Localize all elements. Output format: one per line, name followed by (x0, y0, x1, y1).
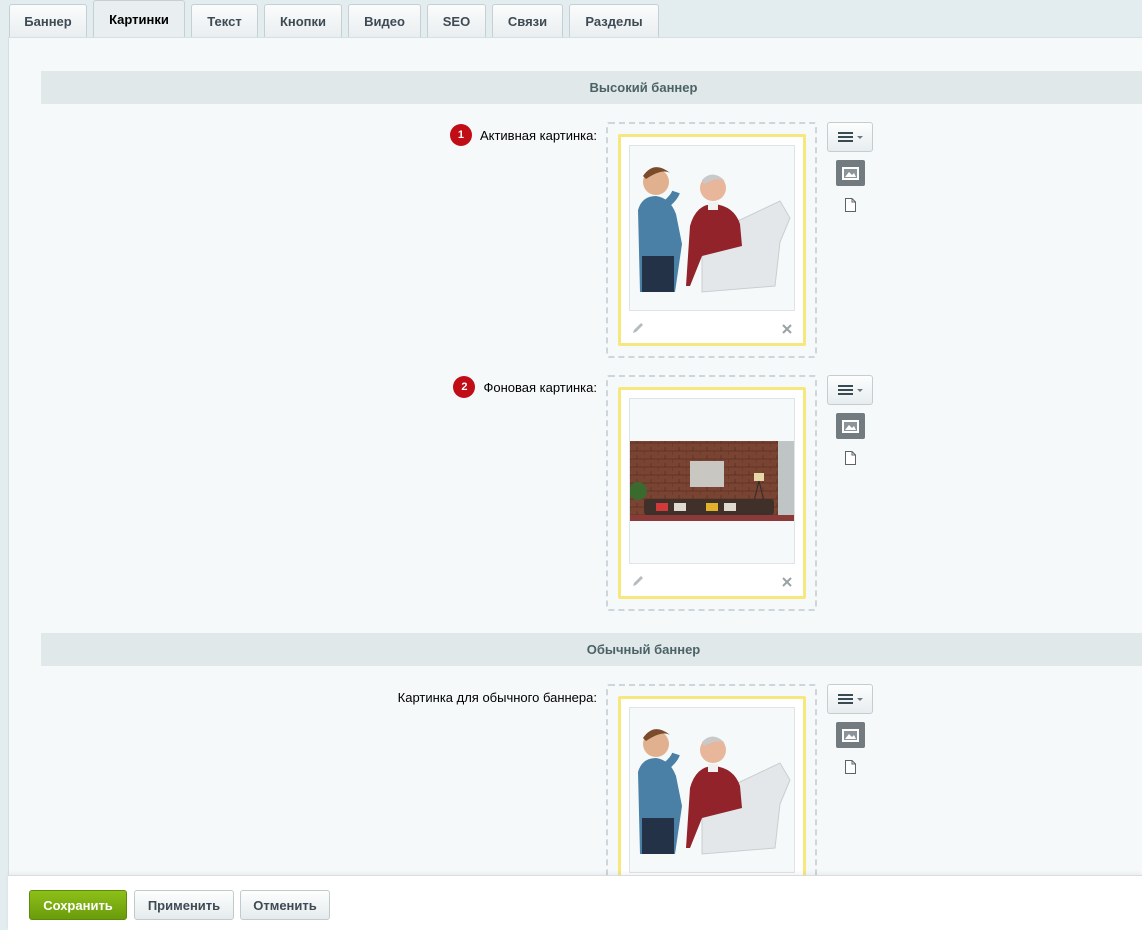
image-drop-zone[interactable] (606, 684, 817, 875)
cancel-button[interactable]: Отменить (240, 890, 330, 920)
tab-links[interactable]: Связи (492, 4, 563, 37)
tab-sections[interactable]: Разделы (569, 4, 659, 37)
image-select-button[interactable] (836, 722, 865, 748)
hint-badge[interactable]: 1 (449, 124, 472, 146)
field-label: 1 Активная картинка: (449, 124, 597, 146)
people-photo (629, 145, 795, 311)
file-icon[interactable] (845, 451, 856, 465)
field-label: Картинка для обычного баннера: (398, 690, 597, 705)
menu-button[interactable] (827, 375, 873, 405)
image-preview (618, 387, 806, 599)
apply-button[interactable]: Применить (134, 890, 234, 920)
people-photo-image (630, 146, 794, 310)
people-photo (629, 707, 795, 873)
interior-photo (629, 398, 795, 564)
pencil-icon[interactable] (631, 321, 645, 335)
field-regular-banner-image: Картинка для обычного баннера: (0, 684, 1142, 875)
image-icon (842, 728, 859, 742)
tab-video[interactable]: Видео (348, 4, 421, 37)
close-icon[interactable] (781, 323, 793, 335)
tab-bar: Баннер Картинки Текст Кнопки Видео SEO С… (0, 0, 1142, 38)
tab-buttons[interactable]: Кнопки (264, 4, 342, 37)
interior-photo-image (630, 399, 794, 563)
tab-seo[interactable]: SEO (427, 4, 486, 37)
image-drop-zone[interactable] (606, 122, 817, 358)
section-header-tall-banner: Высокий баннер (41, 71, 1142, 104)
footer-toolbar: Сохранить Применить Отменить (8, 875, 1142, 930)
file-icon[interactable] (845, 198, 856, 212)
hint-badge[interactable]: 2 (453, 376, 476, 398)
field-label-text: Картинка для обычного баннера: (397, 690, 597, 705)
save-button[interactable]: Сохранить (29, 890, 127, 920)
pencil-icon[interactable] (631, 574, 645, 588)
field-background-image: 2 Фоновая картинка: (0, 375, 1142, 611)
tab-text[interactable]: Текст (191, 4, 258, 37)
close-icon[interactable] (781, 576, 793, 588)
field-label: 2 Фоновая картинка: (453, 376, 597, 398)
image-icon (842, 166, 859, 180)
image-drop-zone[interactable] (606, 375, 817, 611)
image-icon (842, 419, 859, 433)
image-select-button[interactable] (836, 160, 865, 186)
menu-icon (838, 132, 863, 142)
field-active-image: 1 Активная картинка: (0, 122, 1142, 358)
tab-images[interactable]: Картинки (93, 0, 185, 38)
image-preview (618, 696, 806, 875)
menu-button[interactable] (827, 684, 873, 714)
tab-banner[interactable]: Баннер (9, 4, 87, 37)
menu-button[interactable] (827, 122, 873, 152)
image-preview (618, 134, 806, 346)
people-photo-image (630, 708, 794, 872)
field-label-text: Активная картинка: (479, 127, 597, 143)
menu-icon (838, 694, 863, 704)
section-header-regular-banner: Обычный баннер (41, 633, 1142, 666)
field-label-text: Фоновая картинка: (483, 379, 597, 395)
file-icon[interactable] (845, 760, 856, 774)
image-select-button[interactable] (836, 413, 865, 439)
menu-icon (838, 385, 863, 395)
